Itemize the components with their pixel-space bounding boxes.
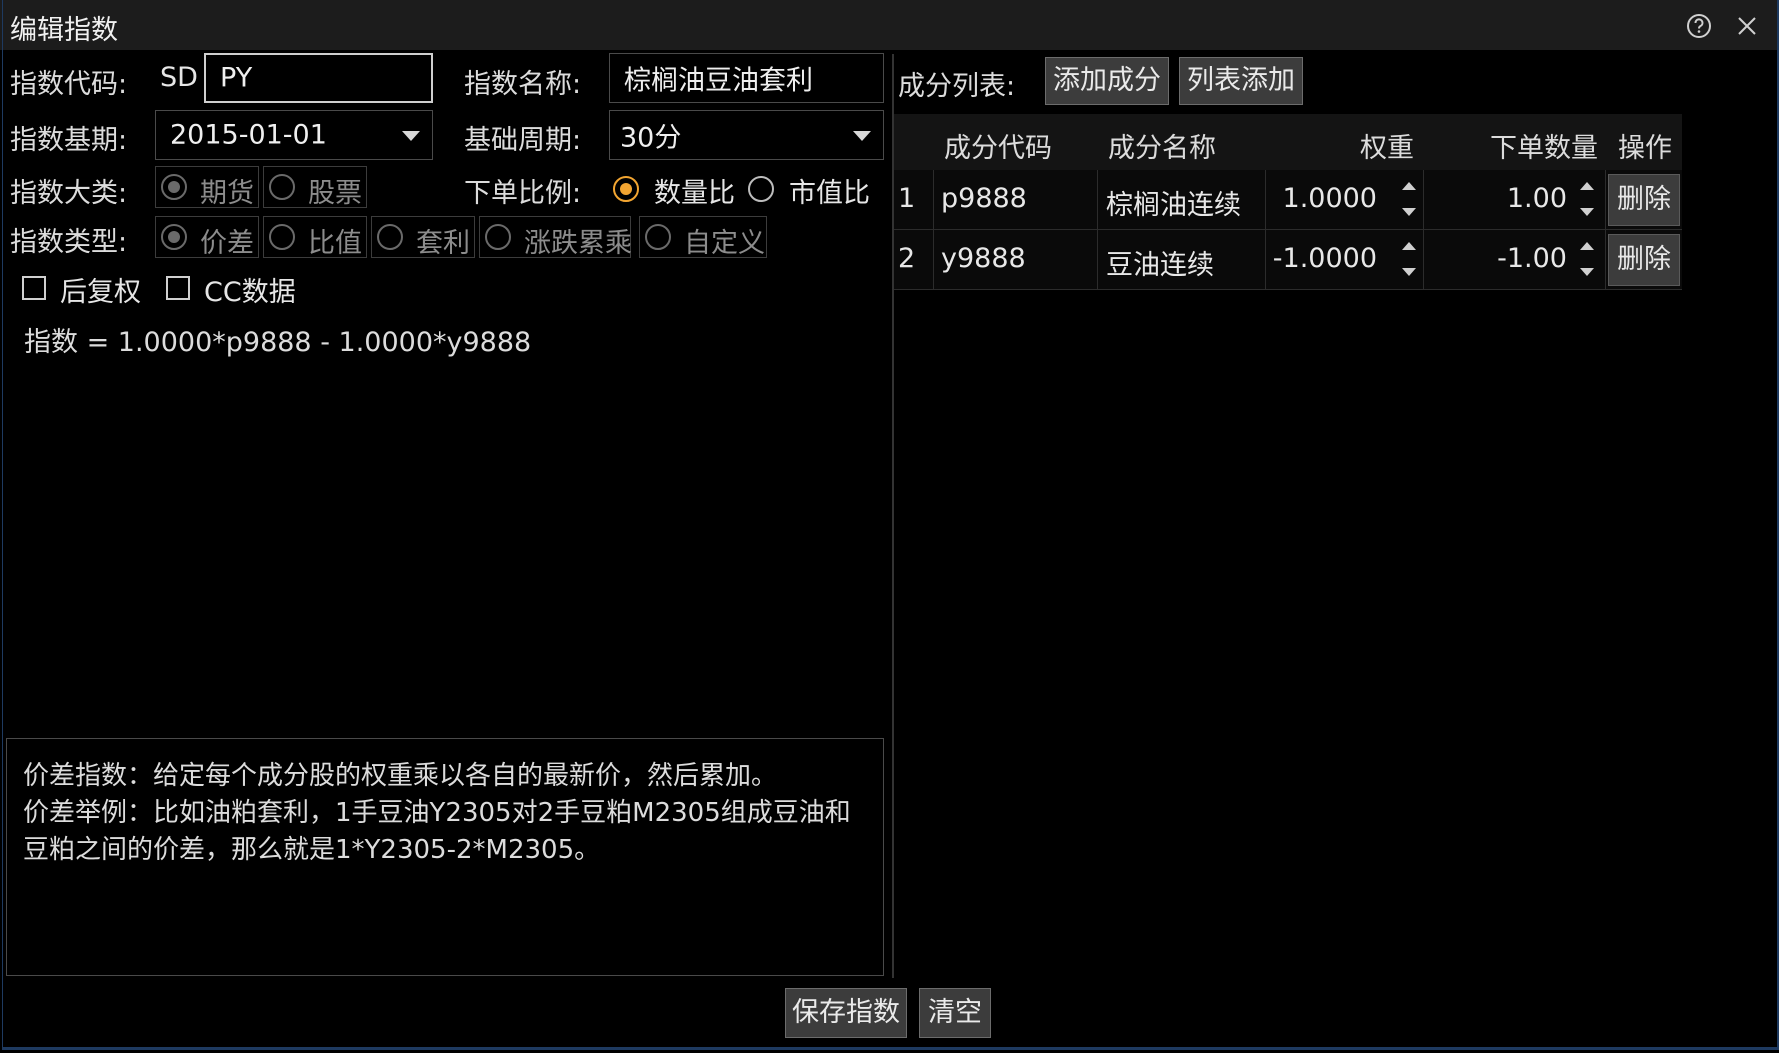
type-option-spread[interactable]: 价差 — [155, 216, 259, 259]
table-row[interactable]: 1 p9888 棕榈油连续 1.0000 1.00 删除 — [894, 170, 1682, 230]
cycle-select[interactable]: 30分 — [609, 110, 884, 160]
close-icon[interactable] — [1733, 12, 1761, 40]
category-option-label: 股票 — [308, 178, 362, 209]
dropdown-caret-icon — [853, 131, 871, 141]
type-label: 指数类型: — [10, 227, 128, 258]
description-line: 豆粕之间的价差，那么就是1*Y2305-2*M2305。 — [23, 835, 601, 865]
type-option-label: 套利 — [416, 228, 470, 259]
type-option-label: 比值 — [308, 228, 362, 259]
delete-button[interactable]: 删除 — [1608, 174, 1680, 226]
spin-down-icon[interactable] — [1580, 268, 1594, 276]
column-header-code[interactable]: 成分代码 — [944, 126, 1052, 165]
table-row[interactable]: 2 y9888 豆油连续 -1.0000 -1.00 删除 — [894, 230, 1682, 290]
radio-icon — [269, 174, 295, 200]
ratio-radio-market-value[interactable] — [748, 176, 774, 202]
weight-value: 1.0000 — [1282, 183, 1377, 214]
radio-selected-icon — [161, 174, 187, 200]
type-option-ratio[interactable]: 比值 — [263, 216, 367, 259]
type-option-arbitrage[interactable]: 套利 — [371, 216, 475, 259]
radio-icon — [377, 224, 403, 250]
edit-index-dialog: 编辑指数 指数代码: SD PY 指数名称: 棕榈油豆油套利 指数基期: 201… — [0, 0, 1779, 1053]
radio-icon — [485, 224, 511, 250]
spin-down-icon[interactable] — [1402, 268, 1416, 276]
ratio-radio-quantity[interactable] — [613, 176, 639, 202]
adjust-checkbox[interactable] — [22, 276, 46, 300]
dropdown-caret-icon — [402, 131, 420, 141]
code-prefix: SD — [160, 62, 198, 93]
row-index: 1 — [898, 183, 916, 214]
weight-spinbox[interactable]: -1.0000 — [1266, 230, 1424, 290]
spin-down-icon[interactable] — [1402, 208, 1416, 216]
type-option-custom[interactable]: 自定义 — [639, 216, 767, 259]
code-input[interactable]: PY — [204, 53, 433, 103]
base-period-select[interactable]: 2015-01-01 — [155, 110, 433, 160]
adjust-checkbox-label: 后复权 — [60, 277, 141, 308]
table-header: 成分代码 成分名称 权重 下单数量 操作 — [894, 114, 1682, 170]
ratio-option-label: 市值比 — [789, 178, 870, 209]
type-option-label: 价差 — [200, 228, 254, 259]
qty-spinbox[interactable]: -1.00 — [1424, 230, 1606, 290]
component-code[interactable]: y9888 — [941, 243, 1026, 274]
type-option-cumulative[interactable]: 涨跌累乘 — [479, 216, 632, 259]
category-option-stocks[interactable]: 股票 — [263, 166, 367, 209]
description-line: 价差举例：比如油粕套利，1手豆油Y2305对2手豆粕M2305组成豆油和 — [23, 798, 851, 828]
column-header-qty[interactable]: 下单数量 — [1490, 126, 1598, 165]
add-component-button[interactable]: 添加成分 — [1045, 57, 1169, 105]
base-period-label: 指数基期: — [10, 125, 128, 156]
base-period-value: 2015-01-01 — [170, 119, 327, 151]
code-label: 指数代码: — [10, 69, 128, 100]
type-option-label: 涨跌累乘 — [524, 228, 632, 259]
weight-value: -1.0000 — [1272, 243, 1377, 274]
components-label: 成分列表: — [898, 71, 1016, 102]
component-code[interactable]: p9888 — [941, 183, 1027, 214]
help-icon[interactable] — [1685, 12, 1713, 40]
description-line: 价差指数：给定每个成分股的权重乘以各自的最新价，然后累加。 — [23, 761, 778, 791]
qty-value: 1.00 — [1506, 183, 1567, 214]
radio-icon — [269, 224, 295, 250]
cycle-label: 基础周期: — [464, 125, 582, 156]
code-input-value: PY — [220, 62, 253, 94]
save-index-button[interactable]: 保存指数 — [785, 988, 907, 1038]
component-name: 豆油连续 — [1106, 250, 1214, 281]
formula-text: 指数 = 1.0000*p9888 - 1.0000*y9888 — [24, 327, 532, 358]
spin-up-icon[interactable] — [1402, 182, 1416, 190]
description-box: 价差指数：给定每个成分股的权重乘以各自的最新价，然后累加。 价差举例：比如油粕套… — [6, 738, 884, 976]
column-header-action[interactable]: 操作 — [1618, 126, 1672, 165]
type-option-label: 自定义 — [684, 228, 765, 259]
name-label: 指数名称: — [464, 69, 582, 100]
column-header-name[interactable]: 成分名称 — [1108, 126, 1216, 165]
ratio-label: 下单比例: — [464, 178, 582, 209]
column-header-weight[interactable]: 权重 — [1360, 126, 1414, 165]
delete-button[interactable]: 删除 — [1608, 234, 1680, 286]
row-index: 2 — [898, 243, 916, 274]
spin-up-icon[interactable] — [1402, 242, 1416, 250]
cycle-value: 30分 — [620, 122, 682, 154]
category-option-futures[interactable]: 期货 — [155, 166, 259, 209]
spin-up-icon[interactable] — [1580, 182, 1594, 190]
cc-data-checkbox-label: CC数据 — [204, 277, 296, 308]
category-label: 指数大类: — [10, 178, 128, 209]
component-name: 棕榈油连续 — [1106, 190, 1241, 221]
window-title: 编辑指数 — [10, 15, 118, 46]
ratio-option-label: 数量比 — [654, 178, 735, 209]
category-option-label: 期货 — [200, 178, 254, 209]
qty-value: -1.00 — [1497, 243, 1567, 274]
qty-spinbox[interactable]: 1.00 — [1424, 170, 1606, 230]
list-add-button[interactable]: 列表添加 — [1179, 57, 1303, 105]
title-bar: 编辑指数 — [0, 0, 1779, 50]
radio-selected-icon — [161, 224, 187, 250]
name-input[interactable]: 棕榈油豆油套利 — [609, 53, 884, 103]
weight-spinbox[interactable]: 1.0000 — [1266, 170, 1424, 230]
cc-data-checkbox[interactable] — [166, 276, 190, 300]
radio-icon — [645, 224, 671, 250]
spin-down-icon[interactable] — [1580, 208, 1594, 216]
name-input-value: 棕榈油豆油套利 — [624, 65, 813, 97]
clear-button[interactable]: 清空 — [919, 988, 991, 1038]
spin-up-icon[interactable] — [1580, 242, 1594, 250]
